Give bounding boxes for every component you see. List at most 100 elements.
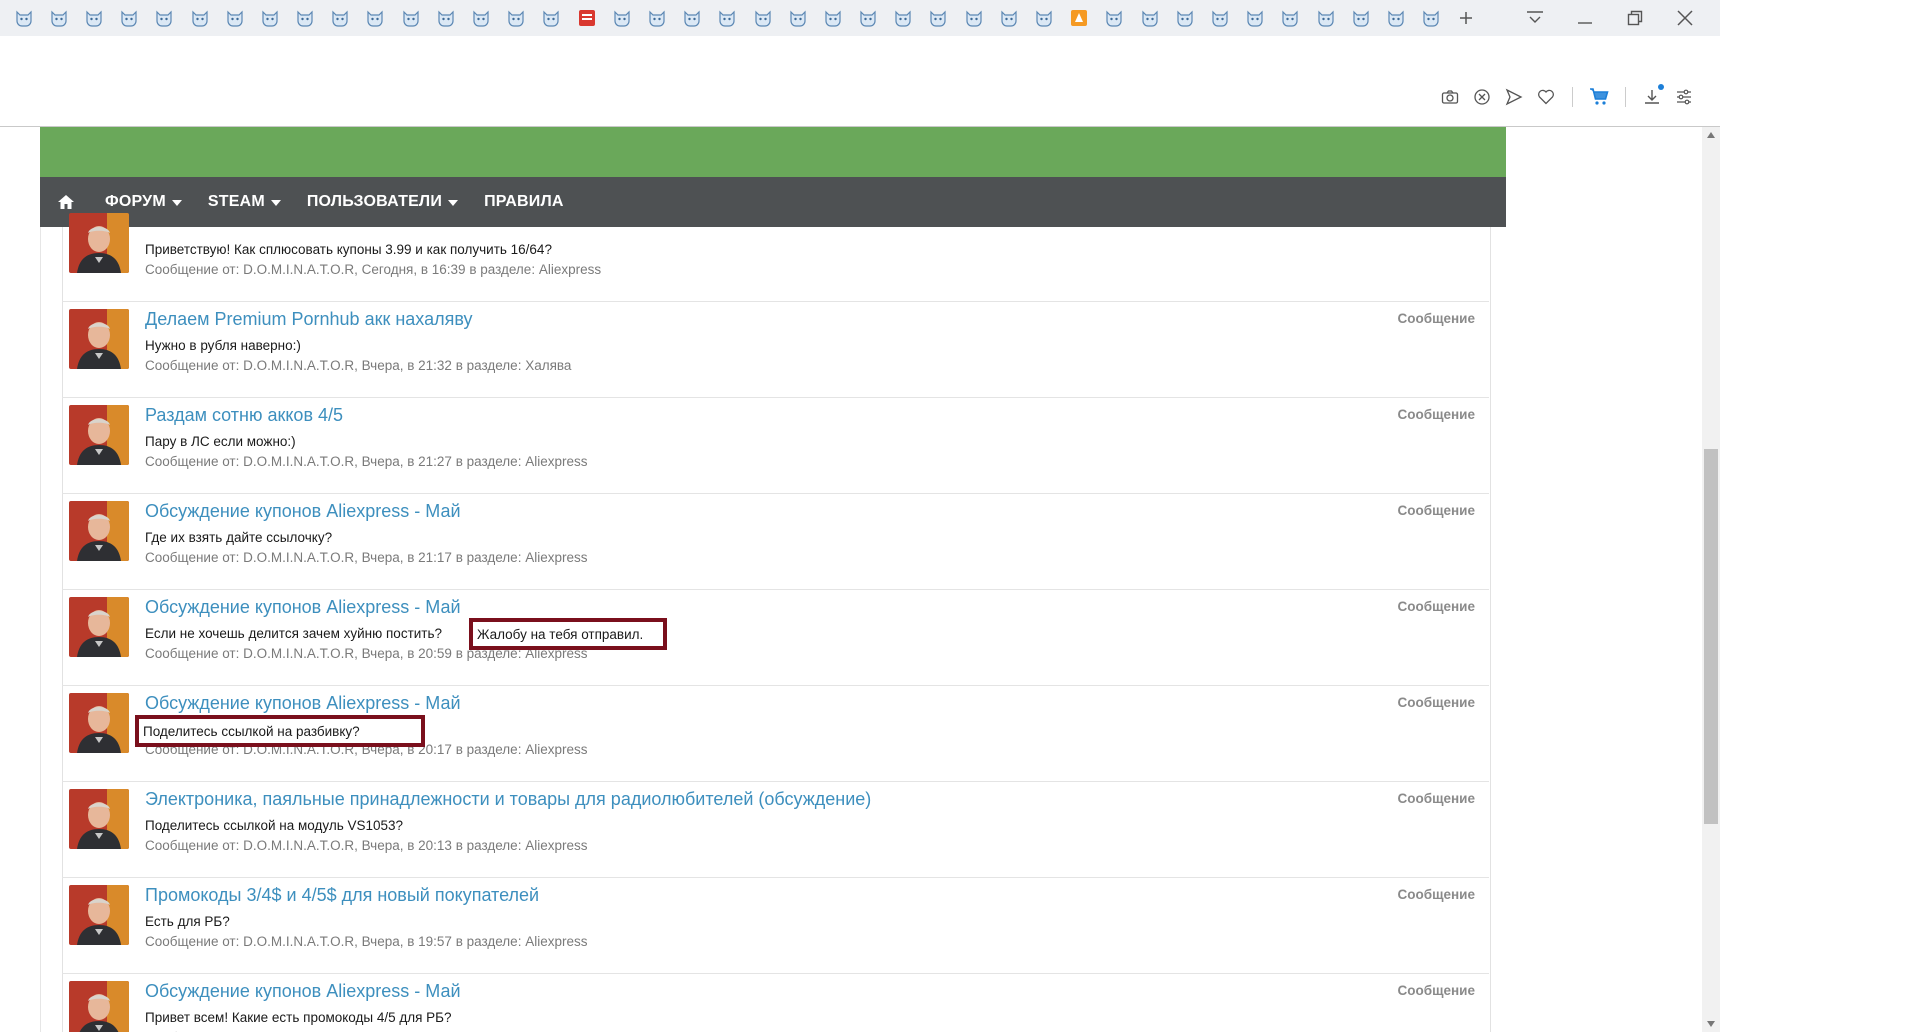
result-title-link[interactable]: Делаем Premium Pornhub акк нахаляву [145, 309, 473, 330]
result-type-label: Сообщение [1397, 695, 1475, 710]
browser-tab[interactable] [780, 5, 815, 31]
browser-tab[interactable] [1343, 5, 1378, 31]
cat-favicon-icon [332, 10, 348, 27]
cat-favicon-icon [51, 10, 67, 27]
adblock-button[interactable] [1466, 86, 1498, 108]
favorites-button[interactable] [1530, 86, 1562, 108]
browser-tab[interactable] [710, 5, 745, 31]
result-title-link[interactable]: Электроника, паяльные принадлежности и т… [145, 789, 871, 810]
browser-tab[interactable] [1238, 5, 1273, 31]
avatar[interactable] [69, 789, 129, 849]
browser-tab[interactable] [1414, 5, 1449, 31]
toolbar-separator [1625, 87, 1626, 107]
browser-tab[interactable] [428, 5, 463, 31]
scroll-up-button[interactable] [1702, 127, 1720, 143]
result-type-label: Сообщение [1397, 791, 1475, 806]
browser-tab[interactable] [358, 5, 393, 31]
avatar[interactable] [69, 597, 129, 657]
arrow-down-icon [1707, 1021, 1715, 1027]
new-tab-button[interactable] [1452, 4, 1480, 32]
browser-tab[interactable] [147, 5, 182, 31]
restore-icon [1627, 10, 1643, 26]
browser-tab[interactable] [921, 5, 956, 31]
avatar[interactable] [69, 501, 129, 561]
news-favicon-icon [578, 10, 595, 26]
cat-favicon-icon [438, 10, 454, 27]
browser-tab[interactable] [288, 5, 323, 31]
result-row: Приветствую! Как сплюсовать купоны 3.99 … [62, 207, 1489, 302]
browser-tab[interactable] [6, 5, 41, 31]
cat-favicon-icon [297, 10, 313, 27]
browser-tab[interactable] [1167, 5, 1202, 31]
browser-tab[interactable] [675, 5, 710, 31]
search-results-viewport: Приветствую! Как сплюсовать купоны 3.99 … [0, 127, 1702, 1032]
browser-tab[interactable] [1097, 5, 1132, 31]
browser-tab[interactable] [569, 5, 604, 31]
browser-tab[interactable] [1273, 5, 1308, 31]
browser-tab[interactable] [112, 5, 147, 31]
minimize-button[interactable] [1560, 0, 1610, 36]
browser-toolbar [0, 36, 1720, 127]
avatar[interactable] [69, 981, 129, 1032]
browser-tab[interactable] [393, 5, 428, 31]
browser-tab[interactable] [639, 5, 674, 31]
highlight-box: Жалобу на тебя отправил. [469, 618, 667, 650]
close-button[interactable] [1660, 0, 1710, 36]
result-title-link[interactable]: Раздам сотню акков 4/5 [145, 405, 343, 426]
result-title-link[interactable]: Обсуждение купонов Aliexpress - Май [145, 693, 461, 714]
browser-tab[interactable] [815, 5, 850, 31]
cat-favicon-icon [649, 10, 665, 27]
browser-tab[interactable] [1202, 5, 1237, 31]
browser-tab[interactable] [76, 5, 111, 31]
avatar[interactable] [69, 309, 129, 369]
browser-tab[interactable] [1132, 5, 1167, 31]
cat-favicon-icon [860, 10, 876, 27]
result-title-link[interactable]: Промокоды 3/4$ и 4/5$ для новый покупате… [145, 885, 539, 906]
result-title-link[interactable]: Обсуждение купонов Aliexpress - Май [145, 501, 461, 522]
browser-tab[interactable] [991, 5, 1026, 31]
result-row: Делаем Premium Pornhub акк нахаляву Нужно… [62, 303, 1489, 398]
browser-tab[interactable] [1026, 5, 1061, 31]
settings-button[interactable] [1668, 86, 1700, 108]
cat-favicon-icon [367, 10, 384, 27]
browser-tab[interactable] [745, 5, 780, 31]
browser-tab[interactable] [956, 5, 991, 31]
browser-tab[interactable] [499, 5, 534, 31]
cat-favicon-icon [191, 10, 208, 27]
avatar[interactable] [69, 405, 129, 465]
browser-tab[interactable] [41, 5, 76, 31]
send-button[interactable] [1498, 86, 1530, 108]
browser-tab[interactable] [534, 5, 569, 31]
restore-button[interactable] [1610, 0, 1660, 36]
result-row: Промокоды 3/4$ и 4/5$ для новый покупате… [62, 879, 1489, 974]
browser-tab[interactable] [851, 5, 886, 31]
browser-tab[interactable] [252, 5, 287, 31]
cat-favicon-icon [1001, 10, 1017, 27]
browser-tab[interactable] [217, 5, 252, 31]
browser-tab[interactable] [323, 5, 358, 31]
avatar[interactable] [69, 213, 129, 273]
cat-favicon-icon [790, 10, 806, 27]
avatar[interactable] [69, 693, 129, 753]
browser-tab[interactable] [1378, 5, 1413, 31]
cat-favicon-icon [684, 10, 700, 27]
browser-tab[interactable] [182, 5, 217, 31]
result-snippet: Где их взять дайте ссылочку? [145, 530, 333, 545]
browser-tab[interactable] [604, 5, 639, 31]
result-meta: Сообщение от: D.O.M.I.N.A.T.O.R, Вчера, … [145, 454, 588, 469]
cat-favicon-icon [1388, 10, 1404, 27]
result-title-link[interactable]: Обсуждение купонов Aliexpress - Май [145, 981, 461, 1002]
downloads-button[interactable] [1636, 84, 1668, 108]
browser-tab[interactable] [886, 5, 921, 31]
tab-list-button[interactable] [1510, 0, 1560, 36]
scroll-down-button[interactable] [1702, 1016, 1720, 1032]
shop-button[interactable] [1583, 86, 1615, 108]
browser-tab[interactable] [1062, 5, 1097, 31]
screenshot-button[interactable] [1434, 86, 1466, 108]
browser-tab[interactable] [463, 5, 498, 31]
scroll-thumb[interactable] [1704, 449, 1718, 824]
browser-tab[interactable] [1308, 5, 1343, 31]
page-scrollbar[interactable] [1702, 127, 1720, 1032]
result-title-link[interactable]: Обсуждение купонов Aliexpress - Май [145, 597, 461, 618]
avatar[interactable] [69, 885, 129, 945]
